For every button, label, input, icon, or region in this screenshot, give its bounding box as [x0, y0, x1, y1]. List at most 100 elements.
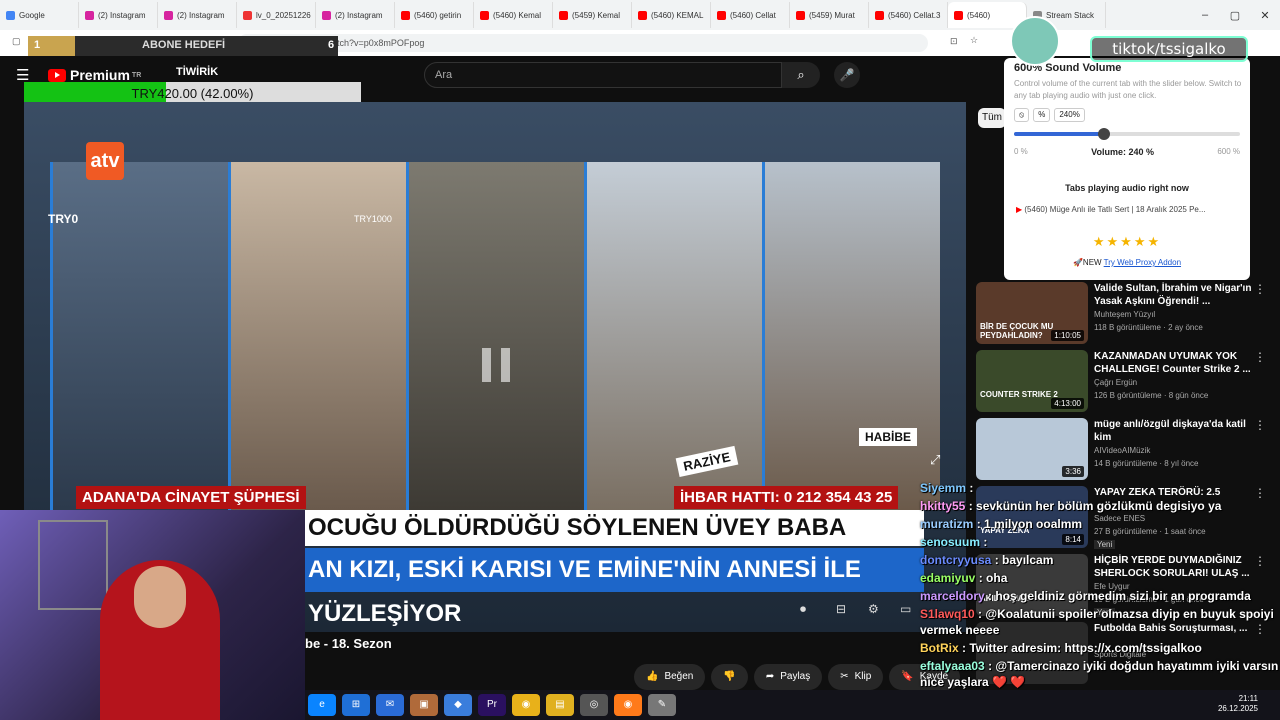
- clip-button[interactable]: ✂ Klip: [828, 664, 884, 690]
- chat-username: hkitty55: [920, 499, 966, 513]
- browser-tab[interactable]: (5460) getirin: [395, 2, 474, 28]
- chat-username: muratizm: [920, 517, 974, 531]
- volume-value: Volume: 240 %: [1091, 147, 1154, 157]
- share-button[interactable]: ➦ Paylaş: [753, 664, 823, 690]
- mail-icon[interactable]: ✉: [376, 694, 404, 716]
- premiere-icon[interactable]: Pr: [478, 694, 506, 716]
- chat-username: dontcryyusa: [920, 553, 992, 567]
- browser-tab[interactable]: (2) Instagram: [79, 2, 158, 28]
- proxy-link[interactable]: Try Web Proxy Addon: [1104, 258, 1181, 267]
- youtube-logo[interactable]: Premium TR: [48, 67, 141, 83]
- video-title-link[interactable]: Valide Sultan, İbrahim ve Nigar'ın Yasak…: [1094, 282, 1254, 308]
- tiktok-handle: tiktok/tssigalko: [1090, 36, 1248, 62]
- browser-tab[interactable]: (5460) Cellat: [711, 2, 790, 28]
- streamer-avatar: [1010, 16, 1060, 66]
- browser-tab[interactable]: (5460) KEMAL: [632, 2, 711, 28]
- theater-mode-icon[interactable]: ▭: [900, 602, 911, 616]
- video-meta: 14 B görüntüleme · 8 yıl önce: [1094, 459, 1199, 468]
- browser-tab-bar: Google (2) Instagram (2) Instagram lv_0_202…: [0, 0, 1280, 30]
- tab-favicon-icon: [164, 10, 173, 20]
- clock-date: 26.12.2025: [1217, 704, 1258, 713]
- browser-tab[interactable]: lv_0_20251226: [237, 2, 316, 28]
- url-field[interactable]: www.youtube.com/watch?v=p0x8mPOFpog: [238, 34, 928, 52]
- obs-icon[interactable]: ◎: [580, 694, 608, 716]
- audio-tab-item[interactable]: ▶ (5460) Müge Anlı ile Tatlı Sert | 18 A…: [1016, 205, 1248, 214]
- video-thumbnail[interactable]: COUNTER STRIKE 2 4:13:00: [976, 350, 1088, 412]
- browser-tab[interactable]: (5460) Cellat.3: [869, 2, 948, 28]
- dislike-button[interactable]: 👎: [711, 664, 748, 690]
- app-icon[interactable]: ✎: [648, 694, 676, 716]
- recommended-video[interactable]: 3:36 müge anlı/özgül dişkaya'da katil kim…: [976, 418, 1270, 482]
- minimize-icon[interactable]: –: [1190, 9, 1220, 21]
- browser-tab[interactable]: (5459) Kemal: [553, 2, 632, 28]
- browser-tab[interactable]: (5459) Murat: [790, 2, 869, 28]
- tab-favicon-icon: [796, 10, 805, 20]
- more-options-icon[interactable]: ⋮: [1254, 282, 1266, 296]
- chrome-icon[interactable]: ◉: [512, 694, 540, 716]
- tab-label: Google: [19, 10, 45, 20]
- video-actions: 👍 Beğen 👎 ➦ Paylaş ✂ Klip 🔖 Kayde: [634, 664, 961, 690]
- edge-icon[interactable]: e: [308, 694, 336, 716]
- tab-favicon-icon: [559, 10, 568, 20]
- recommended-video[interactable]: BİR DE ÇOCUK MU PEYDAHLADIN? 1:10:05 Valid…: [976, 282, 1270, 346]
- folder-icon[interactable]: ▤: [546, 694, 574, 716]
- scissors-icon: ✂: [840, 671, 849, 682]
- tab-label: (5460) getirin: [414, 10, 462, 20]
- channel-name[interactable]: Çağrı Ergün: [1094, 378, 1137, 387]
- chip-all[interactable]: Tüm: [978, 108, 1006, 128]
- search-input[interactable]: Ara: [424, 62, 782, 88]
- clip-label: Klip: [854, 671, 872, 682]
- like-label: Beğen: [664, 671, 694, 682]
- dropbox-icon[interactable]: ◆: [444, 694, 472, 716]
- sv-percent-button[interactable]: %: [1033, 108, 1051, 122]
- guest-panel-3: RAZİYE: [584, 162, 762, 510]
- sidebar-toggle-icon[interactable]: ▢: [12, 36, 21, 47]
- voice-search-button[interactable]: 🎤: [834, 62, 860, 88]
- pause-icon[interactable]: [482, 348, 510, 382]
- tab-favicon-icon: [85, 10, 94, 20]
- thumbs-up-icon: 👍: [646, 671, 659, 682]
- rating-stars[interactable]: ★★★★★: [1014, 234, 1240, 250]
- mic-icon: 🎤: [839, 68, 855, 82]
- bookmark-star-icon[interactable]: ☆: [970, 35, 978, 46]
- more-options-icon[interactable]: ⋮: [1254, 418, 1266, 432]
- video-thumbnail[interactable]: BİR DE ÇOCUK MU PEYDAHLADIN? 1:10:05: [976, 282, 1088, 344]
- chat-username: Siyemm: [920, 481, 967, 495]
- subtitles-icon[interactable]: ⊟: [836, 602, 846, 616]
- video-duration: 4:13:00: [1051, 398, 1084, 409]
- search-button[interactable]: ⌕: [782, 62, 820, 88]
- video-title-link[interactable]: KAZANMADAN UYUMAK YOK CHALLENGE! Counter…: [1094, 350, 1254, 376]
- browser-tab[interactable]: Google: [0, 2, 79, 28]
- share-label: Paylaş: [780, 671, 811, 682]
- video-title-link[interactable]: müge anlı/özgül dişkaya'da katil kim: [1094, 418, 1254, 444]
- sv-value-button[interactable]: 240%: [1054, 108, 1085, 122]
- like-button[interactable]: 👍 Beğen: [634, 664, 706, 690]
- sv-reset-button[interactable]: ⦸: [1014, 108, 1030, 122]
- maximize-icon[interactable]: ▢: [1220, 9, 1250, 22]
- firefox-icon[interactable]: ◉: [614, 694, 642, 716]
- tab-favicon-icon: [717, 10, 726, 20]
- settings-icon[interactable]: ⚙: [868, 602, 879, 616]
- channel-name[interactable]: Muhteşem Yüzyıl: [1094, 310, 1155, 319]
- tab-label: Stream Stack: [1046, 10, 1095, 20]
- chat-message: eftalyaaa03 : @Tamercinazo iyiki doğdun …: [920, 658, 1280, 690]
- close-icon[interactable]: ✕: [1250, 9, 1280, 22]
- streamer-head: [134, 566, 186, 628]
- browser-tab[interactable]: (2) Instagram: [316, 2, 395, 28]
- browser-tab[interactable]: (2) Instagram: [158, 2, 237, 28]
- install-icon[interactable]: ⊡: [950, 36, 958, 47]
- clock[interactable]: 21:11 26.12.2025: [1218, 694, 1258, 714]
- channel-name[interactable]: AIVideoAIMüzik: [1094, 446, 1150, 455]
- miniplayer-icon[interactable]: ⤢: [930, 452, 940, 468]
- tab-favicon-icon: [401, 10, 410, 20]
- store-icon[interactable]: ⊞: [342, 694, 370, 716]
- game-icon[interactable]: ▣: [410, 694, 438, 716]
- tab-label: (5460) KEMAL: [651, 10, 704, 20]
- video-thumbnail[interactable]: 3:36: [976, 418, 1088, 480]
- stream-chat: Siyemm : hkitty55 : sevkünün her bölüm gö…: [920, 480, 1280, 692]
- browser-tab[interactable]: (5460) Kemal: [474, 2, 553, 28]
- recommended-video[interactable]: COUNTER STRIKE 2 4:13:00 KAZANMADAN UYUMAK…: [976, 350, 1270, 414]
- autoplay-toggle[interactable]: ⏺: [800, 602, 806, 617]
- more-options-icon[interactable]: ⋮: [1254, 350, 1266, 364]
- video-title: be - 18. Sezon: [305, 636, 392, 651]
